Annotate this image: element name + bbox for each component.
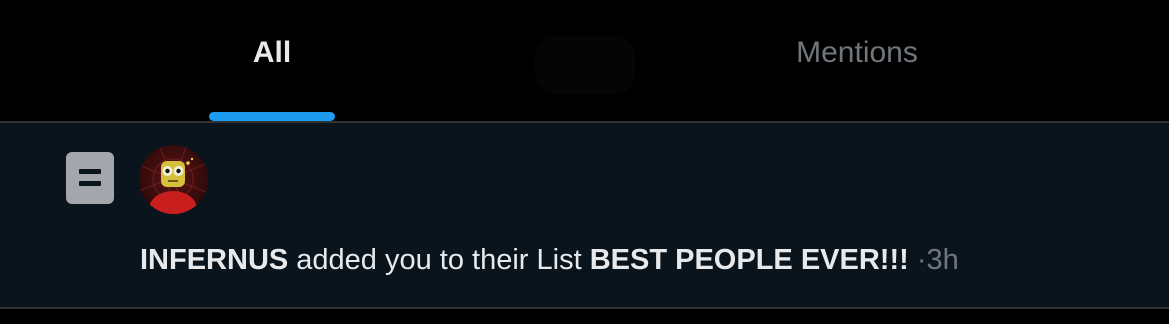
avatar-image — [139, 145, 208, 214]
notification-separator: · — [916, 244, 927, 276]
notification-tabs: All Mentions — [0, 0, 1169, 122]
notification-time: 3h — [926, 244, 959, 276]
avatar[interactable] — [139, 145, 208, 214]
notification-actor[interactable]: INFERNUS — [140, 244, 288, 276]
tab-mentions-label: Mentions — [796, 36, 918, 69]
list-icon — [66, 152, 114, 204]
notification-action: added you to their List — [296, 244, 582, 276]
tab-all[interactable]: All — [0, 0, 544, 122]
tab-mentions[interactable]: Mentions — [584, 0, 1130, 122]
next-item-edge — [0, 309, 1169, 324]
notification-text: INFERNUS added you to their List BEST PE… — [140, 240, 959, 280]
tab-all-label: All — [252, 36, 292, 69]
list-icon-bar — [79, 169, 101, 174]
list-icon-bar — [79, 181, 101, 186]
active-tab-indicator — [209, 112, 335, 121]
notification-list-name[interactable]: BEST PEOPLE EVER!!! — [590, 244, 909, 276]
